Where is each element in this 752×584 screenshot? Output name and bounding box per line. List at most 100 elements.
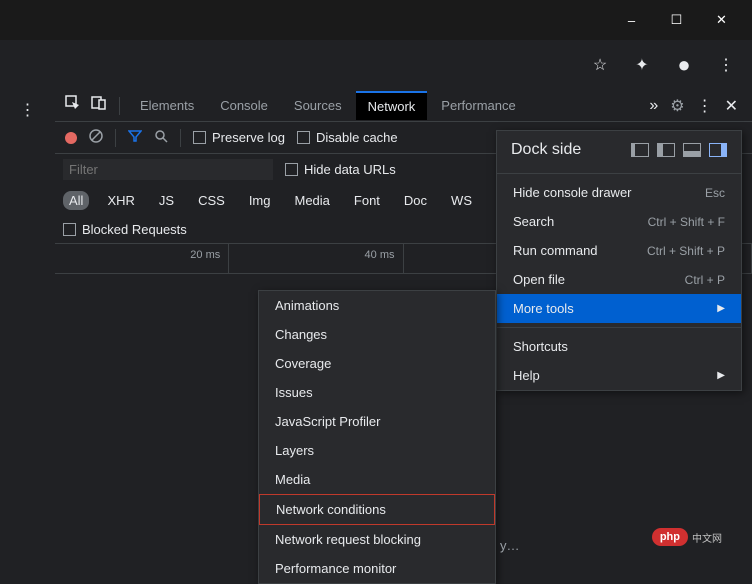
submenu-changes[interactable]: Changes bbox=[259, 320, 495, 349]
tabs-overflow-icon[interactable]: » bbox=[649, 97, 658, 115]
submenu-coverage[interactable]: Coverage bbox=[259, 349, 495, 378]
minimize-button[interactable]: – bbox=[609, 5, 654, 35]
filter-img[interactable]: Img bbox=[243, 191, 277, 210]
filter-ws[interactable]: WS bbox=[445, 191, 478, 210]
menu-item-label: Network request blocking bbox=[275, 532, 421, 547]
menu-shortcut: Ctrl + P bbox=[685, 273, 725, 287]
menu-item-label: Performance monitor bbox=[275, 561, 396, 576]
filter-funnel-icon[interactable] bbox=[128, 129, 142, 146]
menu-shortcuts[interactable]: Shortcuts bbox=[497, 332, 741, 361]
record-button[interactable] bbox=[65, 132, 77, 144]
menu-more-tools[interactable]: More tools ▶ bbox=[497, 294, 741, 323]
hide-data-urls-checkbox[interactable]: Hide data URLs bbox=[285, 162, 396, 177]
more-tools-submenu: Animations Changes Coverage Issues JavaS… bbox=[258, 290, 496, 584]
filter-css[interactable]: CSS bbox=[192, 191, 231, 210]
preserve-log-checkbox[interactable]: Preserve log bbox=[193, 130, 285, 145]
settings-gear-icon[interactable]: ⚙ bbox=[670, 96, 684, 116]
submenu-media[interactable]: Media bbox=[259, 465, 495, 494]
tab-performance[interactable]: Performance bbox=[429, 92, 527, 119]
blocked-label: Blocked Requests bbox=[82, 222, 187, 237]
menu-run-command[interactable]: Run command Ctrl + Shift + P bbox=[497, 236, 741, 265]
separator bbox=[115, 129, 116, 147]
submenu-network-request-blocking[interactable]: Network request blocking bbox=[259, 525, 495, 554]
submenu-issues[interactable]: Issues bbox=[259, 378, 495, 407]
close-window-button[interactable]: ✕ bbox=[699, 5, 744, 35]
menu-item-label: Layers bbox=[275, 443, 314, 458]
submenu-arrow-icon: ▶ bbox=[717, 303, 725, 314]
blocked-requests-checkbox[interactable]: Blocked Requests bbox=[63, 222, 187, 237]
truncated-text: y… bbox=[500, 538, 520, 553]
gutter-more-icon[interactable]: ⋮ bbox=[20, 100, 36, 120]
filter-font[interactable]: Font bbox=[348, 191, 386, 210]
inspect-icon[interactable] bbox=[61, 91, 85, 120]
dock-left-icon[interactable] bbox=[657, 143, 675, 157]
menu-item-label: Shortcuts bbox=[513, 339, 568, 354]
dock-bottom-icon[interactable] bbox=[683, 143, 701, 157]
bookmark-star-icon[interactable]: ☆ bbox=[588, 53, 612, 77]
hide-urls-label: Hide data URLs bbox=[304, 162, 396, 177]
menu-shortcut: Ctrl + Shift + P bbox=[647, 244, 725, 258]
menu-item-label: Search bbox=[513, 214, 554, 229]
dock-side-row: Dock side bbox=[497, 131, 741, 169]
menu-item-label: JavaScript Profiler bbox=[275, 414, 380, 429]
devtools-more-icon[interactable]: ⋮ bbox=[697, 96, 713, 116]
submenu-arrow-icon: ▶ bbox=[717, 370, 725, 381]
timeline-tick: 40 ms bbox=[229, 244, 403, 273]
menu-search[interactable]: Search Ctrl + Shift + F bbox=[497, 207, 741, 236]
submenu-animations[interactable]: Animations bbox=[259, 291, 495, 320]
filter-js[interactable]: JS bbox=[153, 191, 180, 210]
timeline-tick: 20 ms bbox=[55, 244, 229, 273]
checkbox-icon bbox=[297, 131, 310, 144]
tab-elements[interactable]: Elements bbox=[128, 92, 206, 119]
disable-cache-label: Disable cache bbox=[316, 130, 398, 145]
browser-menu-icon[interactable]: ⋮ bbox=[714, 53, 738, 77]
menu-shortcut: Ctrl + Shift + F bbox=[648, 215, 725, 229]
separator bbox=[180, 129, 181, 147]
submenu-network-conditions[interactable]: Network conditions bbox=[259, 494, 495, 525]
device-toggle-icon[interactable] bbox=[87, 91, 111, 120]
menu-item-label: Open file bbox=[513, 272, 565, 287]
menu-open-file[interactable]: Open file Ctrl + P bbox=[497, 265, 741, 294]
separator bbox=[119, 97, 120, 115]
menu-shortcut: Esc bbox=[705, 186, 725, 200]
tab-network[interactable]: Network bbox=[356, 91, 428, 120]
filter-media[interactable]: Media bbox=[288, 191, 335, 210]
browser-toolbar: ☆ ✦ ● ⋮ bbox=[0, 40, 752, 90]
filter-all[interactable]: All bbox=[63, 191, 89, 210]
menu-item-label: Help bbox=[513, 368, 540, 383]
preserve-log-label: Preserve log bbox=[212, 130, 285, 145]
search-icon[interactable] bbox=[154, 129, 168, 146]
menu-item-label: Changes bbox=[275, 327, 327, 342]
filter-input[interactable] bbox=[63, 159, 273, 180]
tab-sources[interactable]: Sources bbox=[282, 92, 354, 119]
menu-item-label: Coverage bbox=[275, 356, 331, 371]
submenu-performance-monitor[interactable]: Performance monitor bbox=[259, 554, 495, 583]
menu-item-label: Network conditions bbox=[276, 502, 386, 517]
checkbox-icon bbox=[285, 163, 298, 176]
filter-doc[interactable]: Doc bbox=[398, 191, 433, 210]
submenu-layers[interactable]: Layers bbox=[259, 436, 495, 465]
disable-cache-checkbox[interactable]: Disable cache bbox=[297, 130, 398, 145]
menu-hide-console-drawer[interactable]: Hide console drawer Esc bbox=[497, 178, 741, 207]
dock-undock-icon[interactable] bbox=[631, 143, 649, 157]
devtools-main-menu: Dock side Hide console drawer Esc Search… bbox=[496, 130, 742, 391]
menu-item-label: Media bbox=[275, 472, 310, 487]
profile-avatar-icon[interactable]: ● bbox=[672, 53, 696, 77]
menu-separator bbox=[497, 173, 741, 174]
checkbox-icon bbox=[193, 131, 206, 144]
watermark-text: 中文网 bbox=[692, 530, 722, 545]
maximize-button[interactable]: ☐ bbox=[654, 5, 699, 35]
devtools-close-icon[interactable]: ✕ bbox=[725, 96, 738, 116]
tab-console[interactable]: Console bbox=[208, 92, 280, 119]
menu-separator bbox=[497, 327, 741, 328]
menu-item-label: Issues bbox=[275, 385, 313, 400]
dock-right-icon[interactable] bbox=[709, 143, 727, 157]
devtools-tabs: Elements Console Sources Network Perform… bbox=[55, 90, 752, 122]
filter-xhr[interactable]: XHR bbox=[101, 191, 140, 210]
submenu-js-profiler[interactable]: JavaScript Profiler bbox=[259, 407, 495, 436]
dock-side-label: Dock side bbox=[511, 141, 581, 159]
extensions-icon[interactable]: ✦ bbox=[630, 53, 654, 77]
clear-icon[interactable] bbox=[89, 129, 103, 146]
menu-help[interactable]: Help ▶ bbox=[497, 361, 741, 390]
left-gutter: ⋮ bbox=[0, 90, 55, 568]
